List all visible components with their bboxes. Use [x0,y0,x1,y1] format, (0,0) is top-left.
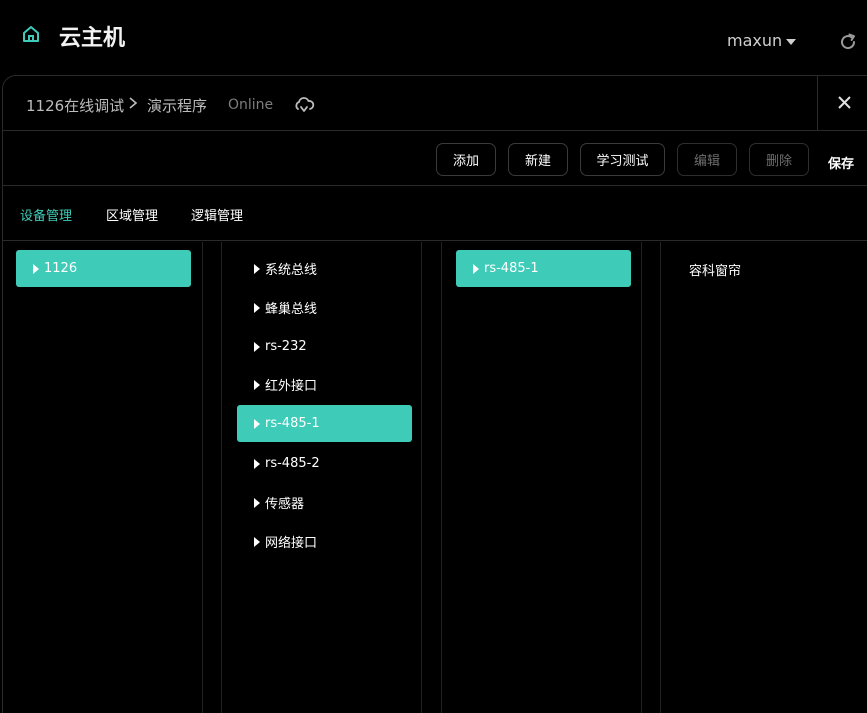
host-item-1126[interactable]: 1126 [16,250,191,287]
bus-item-selected[interactable]: rs-485-1 [456,250,631,287]
cloud-sync-icon[interactable] [293,96,315,114]
caret-right-icon [254,458,260,469]
interface-item-label: 蜂巢总线 [265,302,318,317]
caret-right-icon [33,263,39,274]
tab-area-management[interactable]: 区域管理 [106,205,158,224]
interface-item[interactable]: rs-485-2 [237,445,412,482]
toolbar: 添加 新建 学习测试 编辑 删除 保存 [3,131,867,186]
home-icon[interactable] [21,24,41,44]
status-text: Online [228,97,274,113]
host-item-label: 1126 [44,261,78,276]
interface-item-label: 红外接口 [265,379,318,394]
app-title: 云主机 [59,26,126,51]
column-divider [221,242,222,713]
interface-item[interactable]: 传感器 [237,484,412,521]
caret-right-icon [254,302,260,313]
close-icon[interactable] [837,95,852,110]
breadcrumb: 1126在线调试 演示程序 Online [3,76,867,131]
interface-item-label: rs-485-1 [265,416,320,431]
caret-down-icon [786,38,797,45]
caret-right-icon [254,497,260,508]
breadcrumb-program[interactable]: 演示程序 [147,95,207,116]
edit-button[interactable]: 编辑 [677,143,737,176]
caret-right-icon [254,379,260,390]
caret-right-icon [254,536,260,547]
new-button[interactable]: 新建 [508,143,568,176]
tab-device-management[interactable]: 设备管理 [20,205,72,224]
interface-item-label: rs-485-2 [265,456,320,471]
caret-right-icon [254,263,260,274]
caret-right-icon [254,341,260,352]
save-button[interactable]: 保存 [828,153,854,172]
main-panel: 1126在线调试 演示程序 Online 添加 新建 学习测试 编辑 删除 保存… [2,75,867,713]
interface-item[interactable]: 系统总线 [237,250,412,287]
interface-item-label: 传感器 [265,497,305,512]
column-divider [421,242,422,713]
learn-test-button[interactable]: 学习测试 [580,143,665,176]
breadcrumb-project[interactable]: 1126在线调试 [26,95,124,116]
refresh-icon[interactable] [838,32,858,52]
column-divider [202,242,203,713]
interface-item-label: 网络接口 [265,536,318,551]
interface-item[interactable]: rs-232 [237,328,412,365]
interface-item-label: 系统总线 [265,263,318,278]
chevron-right-icon [129,97,138,109]
user-name: maxun [727,31,783,50]
top-bar: 云主机 maxun [0,0,867,75]
tab-logic-management[interactable]: 逻辑管理 [191,205,243,224]
interface-item-selected[interactable]: rs-485-1 [237,405,412,442]
user-menu[interactable]: maxun [727,31,797,50]
add-button[interactable]: 添加 [436,143,496,176]
interface-item[interactable]: 红外接口 [237,366,412,403]
delete-button[interactable]: 删除 [749,143,809,176]
interface-item[interactable]: 网络接口 [237,523,412,560]
caret-right-icon [473,263,479,274]
close-divider [817,76,818,131]
column-divider [660,242,661,713]
tab-bar: 设备管理 区域管理 逻辑管理 [3,186,867,241]
caret-right-icon [254,418,260,429]
interface-item-label: rs-232 [265,339,307,354]
device-item[interactable]: 容科窗帘 [689,260,741,279]
column-divider [641,242,642,713]
column-divider [441,242,442,713]
bus-item-label: rs-485-1 [484,261,539,276]
interface-item[interactable]: 蜂巢总线 [237,289,412,326]
